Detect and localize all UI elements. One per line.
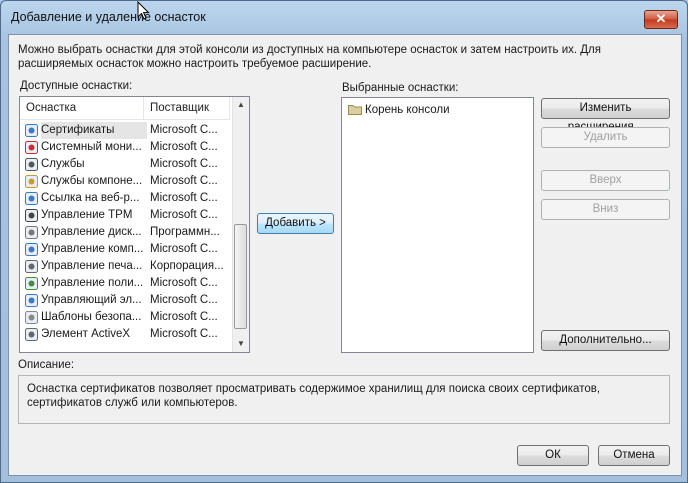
snapin-vendor: Microsoft C...: [150, 277, 218, 289]
snapin-vendor: Microsoft C...: [150, 209, 218, 221]
snapin-vendor: Microsoft C...: [150, 158, 218, 170]
snapin-name: Службы компоне...: [41, 175, 143, 187]
activex-icon: [25, 328, 38, 341]
snapin-name: Управление комп...: [41, 243, 144, 255]
snapin-vendor: Программн...: [150, 226, 220, 238]
scrollbar-thumb[interactable]: [234, 224, 247, 329]
list-item[interactable]: Управляющий эл... Microsoft C...: [20, 292, 230, 309]
snapin-name: Службы: [41, 158, 85, 170]
intro-text: Можно выбрать оснастки для этой консоли …: [18, 44, 601, 70]
list-item[interactable]: Управление печа... Корпорация...: [20, 258, 230, 275]
snapin-vendor: Microsoft C...: [150, 192, 218, 204]
list-item[interactable]: Сертификаты Microsoft C...: [20, 122, 230, 139]
edit-extensions-button[interactable]: Изменить расширения...: [541, 98, 670, 133]
title-bar[interactable]: Добавление и удаление оснасток ✕: [1, 1, 687, 34]
move-up-button[interactable]: Вверх: [541, 170, 670, 191]
vertical-scrollbar[interactable]: ▲ ▼: [232, 97, 249, 352]
snapin-vendor: Microsoft C...: [150, 311, 218, 323]
column-header-snapin[interactable]: Оснастка: [20, 97, 144, 119]
snapin-name: Элемент ActiveX: [41, 328, 131, 340]
snapin-name: Сертификаты: [41, 122, 147, 139]
close-icon: ✕: [655, 11, 667, 26]
control-element-icon: [25, 294, 38, 307]
list-item[interactable]: Управление TPM Microsoft C...: [20, 207, 230, 224]
component-services-icon: [25, 175, 38, 188]
description-box: Оснастка сертификатов позволяет просматр…: [18, 375, 670, 424]
print-management-icon: [25, 260, 38, 273]
snapin-name: Шаблоны безопа...: [41, 311, 142, 323]
folder-icon: [348, 105, 362, 115]
snapin-name: Управление печа...: [41, 260, 143, 272]
add-button[interactable]: Добавить >: [257, 213, 334, 234]
dialog-window: Добавление и удаление оснасток ✕ Можно в…: [0, 0, 688, 483]
snapin-vendor: Корпорация...: [150, 260, 224, 272]
snapin-vendor: Microsoft C...: [150, 124, 218, 136]
snapin-name: Системный мони...: [41, 141, 142, 153]
selected-snapins-label: Выбранные оснастки:: [342, 82, 459, 94]
tpm-icon: [25, 209, 38, 222]
snapin-name: Ссылка на веб-р...: [41, 192, 140, 204]
snapin-name: Управление TPM: [41, 209, 133, 221]
list-item[interactable]: Службы Microsoft C...: [20, 156, 230, 173]
snapin-name: Управляющий эл...: [41, 294, 142, 306]
disk-management-icon: [25, 226, 38, 239]
certificates-icon: [25, 124, 38, 137]
snapin-name: Управление диск...: [41, 226, 142, 238]
tree-item-label: Корень консоли: [365, 104, 450, 116]
system-monitor-icon: [25, 141, 38, 154]
window-title: Добавление и удаление оснасток: [11, 10, 206, 24]
cancel-button[interactable]: Отмена: [598, 445, 670, 466]
description-label: Описание:: [18, 359, 75, 371]
list-item[interactable]: Шаблоны безопа... Microsoft C...: [20, 309, 230, 326]
policy-management-icon: [25, 277, 38, 290]
scroll-down-arrow-icon[interactable]: ▼: [233, 336, 249, 352]
scroll-up-arrow-icon[interactable]: ▲: [233, 97, 249, 113]
selected-snapins-list[interactable]: Корень консоли: [341, 97, 534, 353]
list-item[interactable]: Управление поли... Microsoft C...: [20, 275, 230, 292]
snapin-vendor: Microsoft C...: [150, 294, 218, 306]
available-snapins-list[interactable]: Оснастка Поставщик Сертификаты Microsoft …: [19, 96, 250, 353]
snapin-vendor: Microsoft C...: [150, 328, 218, 340]
list-item[interactable]: Управление комп... Microsoft C...: [20, 241, 230, 258]
web-link-icon: [25, 192, 38, 205]
close-button[interactable]: ✕: [644, 10, 678, 29]
snapin-vendor: Microsoft C...: [150, 141, 218, 153]
list-item[interactable]: Элемент ActiveX Microsoft C...: [20, 326, 230, 343]
dialog-client-area: Можно выбрать оснастки для этой консоли …: [8, 34, 682, 476]
snapin-name: Управление поли...: [41, 277, 144, 289]
list-item[interactable]: Службы компоне... Microsoft C...: [20, 173, 230, 190]
snapin-vendor: Microsoft C...: [150, 243, 218, 255]
mouse-cursor-icon: [137, 1, 150, 20]
tree-item-console-root[interactable]: Корень консоли: [348, 102, 450, 118]
security-templates-icon: [25, 311, 38, 324]
available-snapins-label: Доступные оснастки:: [20, 80, 133, 92]
computer-management-icon: [25, 243, 38, 256]
column-header-vendor[interactable]: Поставщик: [144, 97, 230, 119]
list-item[interactable]: Управление диск... Программн...: [20, 224, 230, 241]
list-item[interactable]: Системный мони... Microsoft C...: [20, 139, 230, 156]
description-text: Оснастка сертификатов позволяет просматр…: [27, 383, 601, 409]
snapin-vendor: Microsoft C...: [150, 175, 218, 187]
list-header: Оснастка Поставщик: [20, 97, 230, 120]
list-item[interactable]: Ссылка на веб-р... Microsoft C...: [20, 190, 230, 207]
advanced-button[interactable]: Дополнительно...: [541, 330, 670, 351]
remove-button[interactable]: Удалить: [541, 127, 670, 148]
ok-button[interactable]: ОК: [517, 445, 589, 466]
services-gear-icon: [25, 158, 38, 171]
move-down-button[interactable]: Вниз: [541, 199, 670, 220]
